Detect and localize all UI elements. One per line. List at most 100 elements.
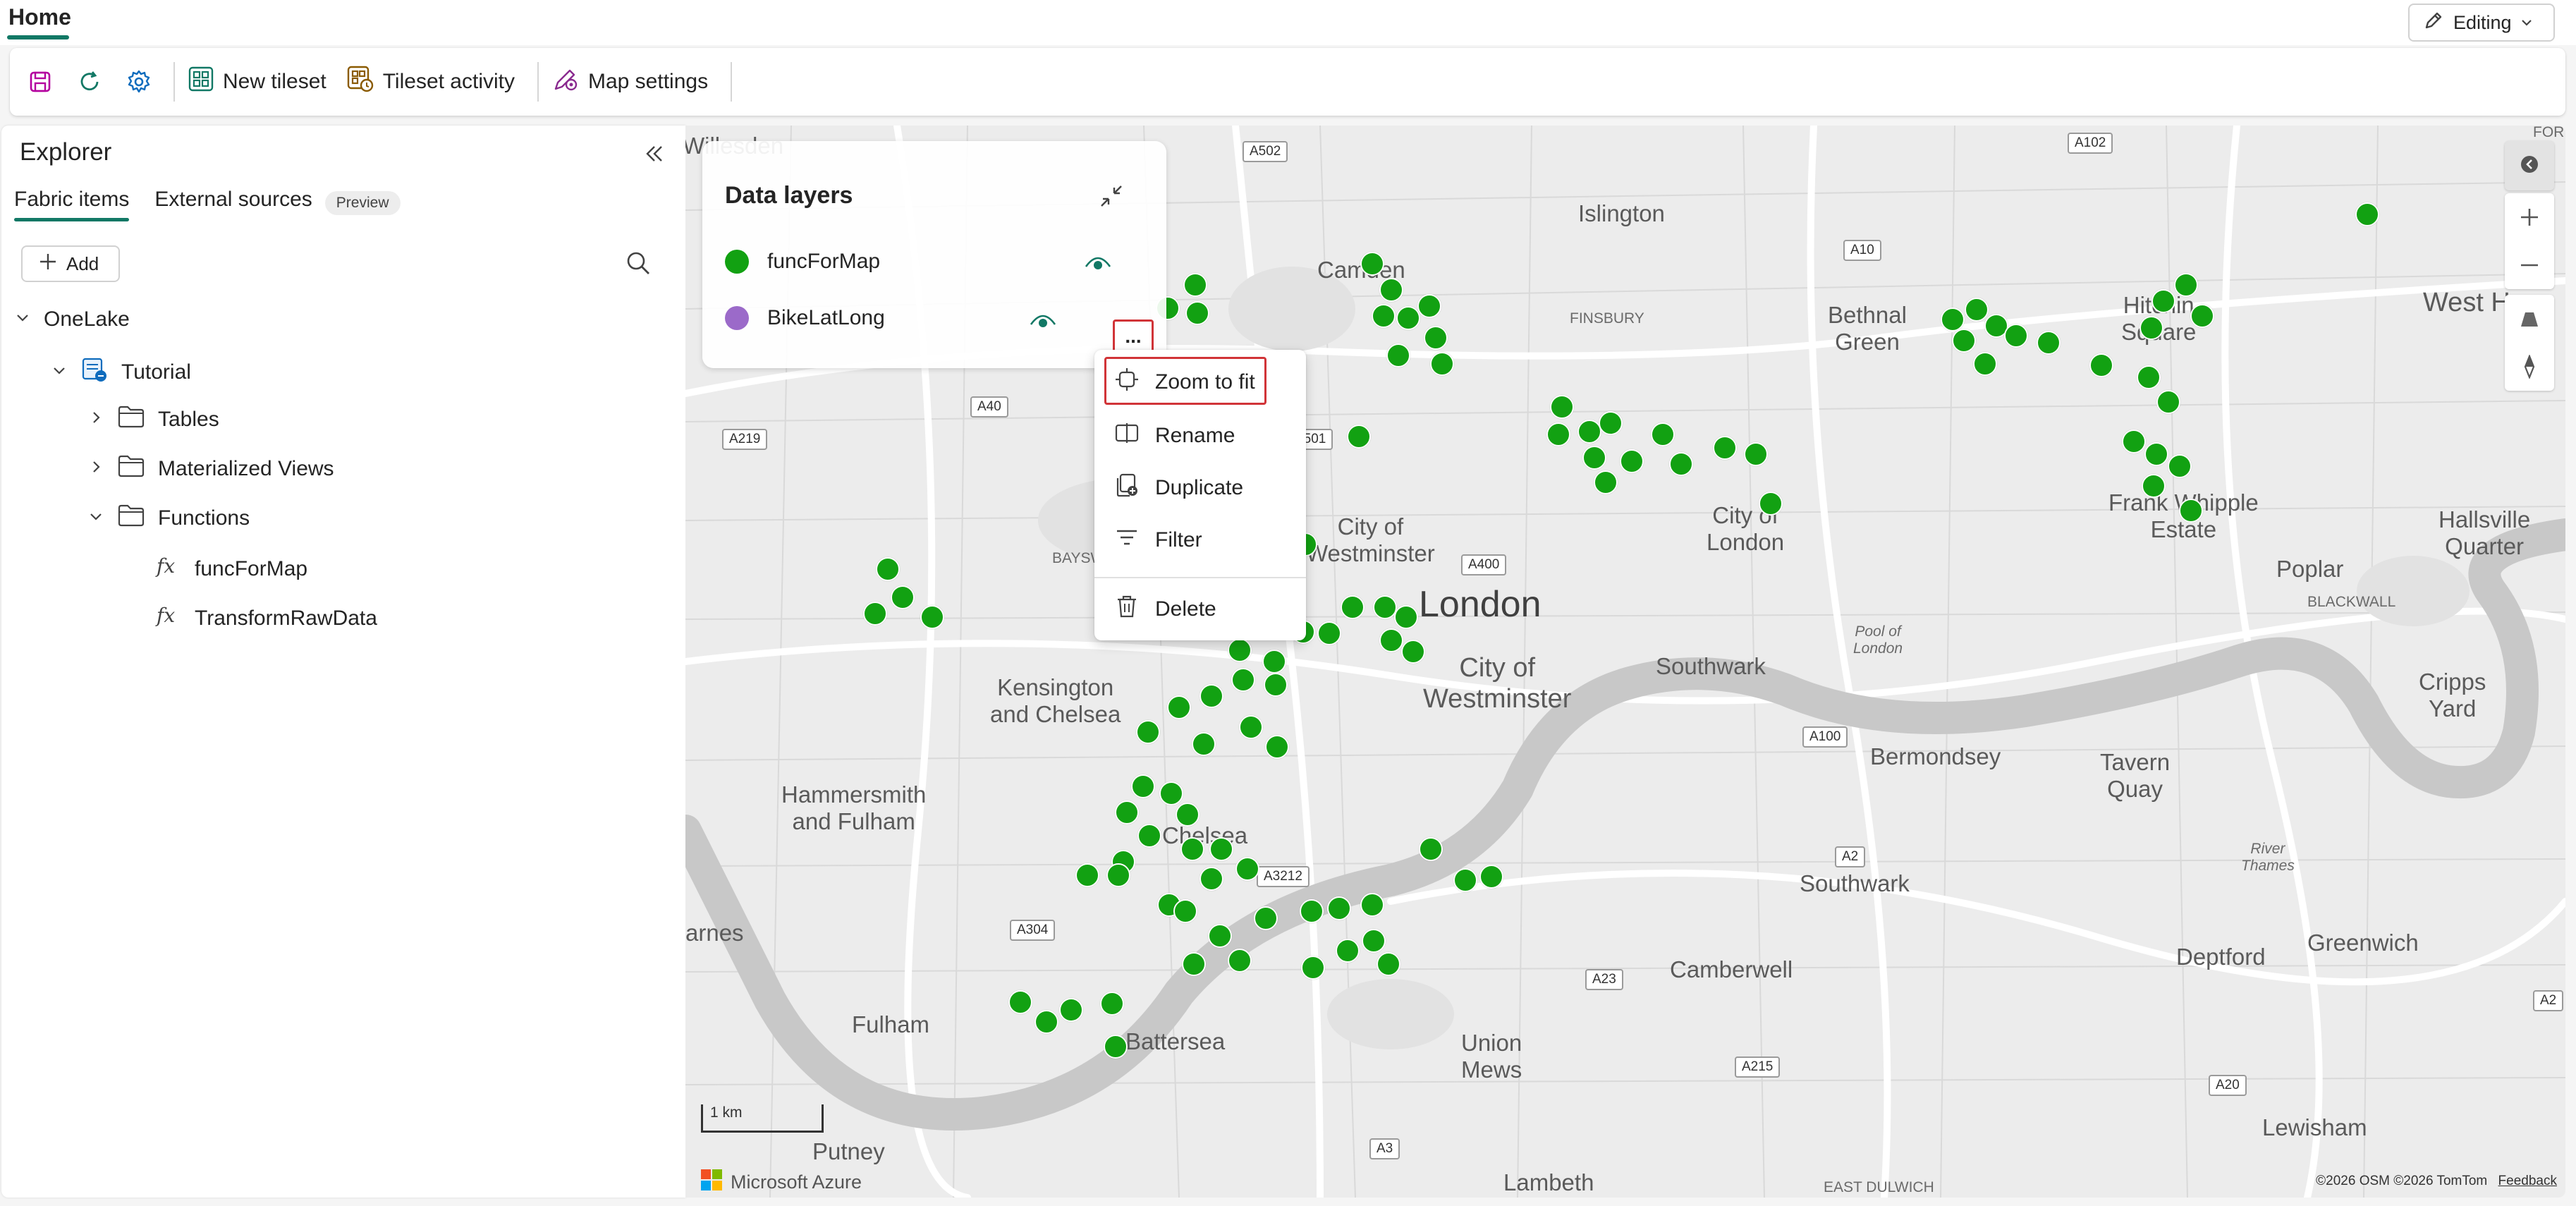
tree-item-materialized-views[interactable]: Materialized Views	[87, 454, 334, 484]
menu-item-filter[interactable]: Filter	[1114, 525, 1202, 556]
map-marker[interactable]	[1228, 638, 1252, 662]
map-marker[interactable]	[1200, 684, 1223, 708]
map-marker[interactable]	[2190, 304, 2214, 328]
map-marker[interactable]	[1759, 492, 1783, 516]
map-marker[interactable]	[1176, 803, 1200, 827]
map-marker[interactable]	[1301, 956, 1325, 980]
map-marker[interactable]	[1228, 949, 1252, 973]
editing-mode-button[interactable]: Editing	[2408, 4, 2555, 42]
map-marker[interactable]	[1430, 352, 1454, 376]
map-marker[interactable]	[1419, 837, 1443, 861]
layer-more-options-button[interactable]: ...	[1113, 319, 1154, 353]
map-marker[interactable]	[1744, 442, 1768, 466]
map-marker[interactable]	[1136, 720, 1160, 744]
map-marker[interactable]	[2151, 289, 2175, 313]
map-marker[interactable]	[1941, 307, 1965, 331]
collapse-pane-icon[interactable]	[642, 141, 667, 170]
map-marker[interactable]	[1401, 640, 1425, 664]
menu-item-rename[interactable]: Rename	[1114, 420, 1235, 451]
map-settings-button[interactable]: Map settings	[551, 65, 708, 99]
map-marker[interactable]	[1008, 990, 1032, 1014]
map-marker[interactable]	[1106, 863, 1130, 887]
map-marker[interactable]	[1360, 893, 1384, 917]
map-marker[interactable]	[2122, 430, 2146, 453]
map-marker[interactable]	[1317, 621, 1341, 645]
map-marker[interactable]	[1209, 837, 1233, 861]
map-marker[interactable]	[1396, 306, 1420, 330]
style-picker-button[interactable]	[2505, 141, 2554, 190]
map-marker[interactable]	[1394, 605, 1418, 629]
map-marker[interactable]	[1235, 857, 1259, 881]
map-marker[interactable]	[2355, 202, 2379, 226]
map-marker[interactable]	[2004, 324, 2028, 348]
map-marker[interactable]	[1453, 868, 1477, 892]
zoom-in-icon[interactable]	[2518, 193, 2541, 241]
map-marker[interactable]	[1208, 924, 1232, 948]
home-tab[interactable]: Home	[8, 4, 71, 30]
map-marker[interactable]	[1952, 329, 1976, 353]
collapse-panel-icon[interactable]	[1097, 182, 1125, 214]
map-marker[interactable]	[1131, 774, 1155, 798]
map-marker[interactable]	[2139, 316, 2163, 340]
map-marker[interactable]	[1546, 422, 1570, 446]
tree-item-functions[interactable]: Functions	[87, 504, 250, 533]
map-marker[interactable]	[1620, 449, 1644, 473]
map-marker[interactable]	[1254, 906, 1278, 930]
map-marker[interactable]	[1300, 899, 1324, 923]
map-marker[interactable]	[2144, 442, 2168, 466]
map-marker[interactable]	[1159, 781, 1183, 805]
tree-item-onelake[interactable]: OneLake	[14, 307, 130, 331]
map-marker[interactable]	[1424, 326, 1448, 350]
settings-icon[interactable]	[121, 64, 157, 99]
menu-item-duplicate[interactable]: Duplicate	[1114, 473, 1243, 504]
map-marker[interactable]	[863, 602, 887, 626]
map-marker[interactable]	[876, 557, 900, 581]
map-marker[interactable]	[1373, 595, 1397, 619]
compass-icon[interactable]	[2519, 343, 2540, 391]
map-marker[interactable]	[1376, 952, 1400, 976]
map-marker[interactable]	[1336, 939, 1360, 963]
map-marker[interactable]	[1327, 896, 1351, 920]
tab-fabric-items[interactable]: Fabric items	[14, 188, 130, 221]
map-marker[interactable]	[2089, 353, 2113, 377]
map-marker[interactable]	[920, 605, 944, 629]
map-marker[interactable]	[1100, 992, 1124, 1016]
map-marker[interactable]	[1347, 425, 1371, 449]
tree-item-funcformap[interactable]: fx funcForMap	[155, 553, 307, 585]
map-canvas[interactable]: Willesden Islington Camden FINSBURY Beth…	[685, 126, 2565, 1198]
menu-item-zoom-to-fit[interactable]: Zoom to fit	[1114, 367, 1255, 398]
save-icon[interactable]	[23, 64, 58, 99]
map-marker[interactable]	[2168, 454, 2192, 478]
map-marker[interactable]	[1137, 824, 1161, 848]
map-marker[interactable]	[2137, 365, 2161, 389]
map-marker[interactable]	[1379, 628, 1403, 652]
tree-item-tables[interactable]: Tables	[87, 405, 219, 434]
map-marker[interactable]	[1173, 899, 1197, 923]
zoom-out-icon[interactable]	[2518, 241, 2541, 289]
map-marker[interactable]	[2037, 331, 2061, 355]
map-marker[interactable]	[1262, 650, 1286, 674]
new-tileset-button[interactable]: New tileset	[188, 66, 326, 98]
map-marker[interactable]	[1192, 732, 1216, 756]
map-marker[interactable]	[1713, 436, 1737, 460]
map-marker[interactable]	[1669, 452, 1693, 476]
map-marker[interactable]	[1417, 294, 1441, 318]
map-marker[interactable]	[1965, 298, 1989, 322]
map-marker[interactable]	[1594, 470, 1618, 494]
map-marker[interactable]	[2179, 499, 2203, 523]
map-marker[interactable]	[1183, 273, 1207, 297]
add-button[interactable]: Add	[21, 245, 120, 282]
map-marker[interactable]	[1386, 343, 1410, 367]
tab-external-sources[interactable]: External sources	[154, 188, 312, 219]
map-marker[interactable]	[1185, 301, 1209, 325]
map-marker[interactable]	[1479, 865, 1503, 889]
map-marker[interactable]	[1034, 1010, 1058, 1034]
map-marker[interactable]	[1075, 863, 1099, 887]
map-marker[interactable]	[2174, 273, 2198, 297]
map-marker[interactable]	[1180, 837, 1204, 861]
map-marker[interactable]	[1372, 304, 1396, 328]
refresh-icon[interactable]	[72, 64, 107, 99]
search-icon[interactable]	[625, 250, 652, 280]
feedback-link[interactable]: Feedback	[2498, 1174, 2557, 1188]
map-marker[interactable]	[1379, 278, 1403, 302]
